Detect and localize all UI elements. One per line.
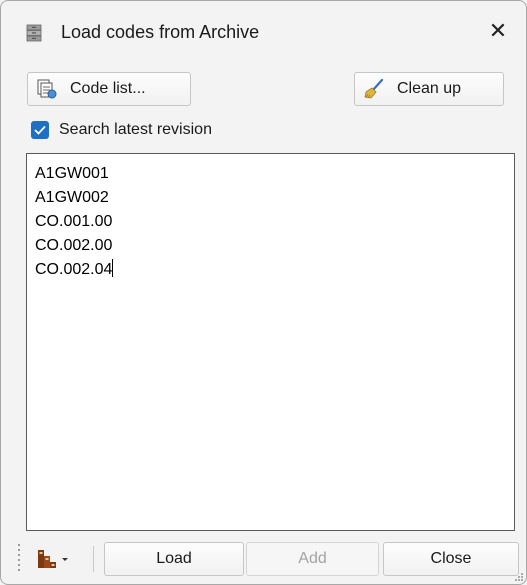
code-line: CO.001.00 — [35, 213, 113, 230]
search-latest-revision-option[interactable]: Search latest revision — [31, 119, 212, 141]
clean-up-label: Clean up — [397, 80, 462, 97]
broom-icon — [364, 78, 384, 99]
code-line: CO.002.04 — [35, 261, 113, 278]
toolbar-grip[interactable] — [17, 544, 21, 574]
code-list-button[interactable]: Code list... — [27, 72, 191, 106]
clean-up-button[interactable]: Clean up — [354, 72, 504, 106]
resize-grip-icon[interactable] — [514, 572, 524, 582]
close-icon: ✕ — [488, 18, 508, 43]
footer-bar: Load Add Close — [1, 536, 526, 584]
add-button: Add — [246, 542, 379, 576]
search-latest-revision-label: Search latest revision — [59, 121, 212, 138]
add-label: Add — [298, 550, 327, 567]
code-list-label: Code list... — [70, 80, 146, 97]
hierarchy-dropdown-button[interactable] — [37, 546, 81, 572]
load-button[interactable]: Load — [104, 542, 244, 576]
code-line: A1GW001 — [35, 165, 109, 182]
toolbar-separator — [93, 546, 94, 572]
dialog-window: Load codes from Archive ✕ Code list... C… — [0, 0, 527, 585]
check-icon — [34, 125, 46, 135]
code-list-icon — [37, 79, 57, 99]
archive-icon — [26, 24, 42, 42]
load-label: Load — [156, 550, 192, 567]
close-window-button[interactable]: ✕ — [470, 1, 526, 61]
title-bar: Load codes from Archive ✕ — [1, 1, 526, 61]
code-line: A1GW002 — [35, 189, 109, 206]
hierarchy-icon — [38, 550, 56, 568]
dropdown-arrow-icon — [62, 558, 68, 561]
text-caret — [112, 259, 114, 277]
close-label: Close — [430, 550, 472, 567]
codes-textarea[interactable]: A1GW001 A1GW002 CO.001.00 CO.002.00 CO.0… — [26, 153, 515, 531]
close-button[interactable]: Close — [383, 542, 519, 576]
window-title: Load codes from Archive — [61, 22, 260, 42]
code-line: CO.002.00 — [35, 237, 113, 254]
search-latest-revision-checkbox[interactable] — [31, 121, 49, 139]
